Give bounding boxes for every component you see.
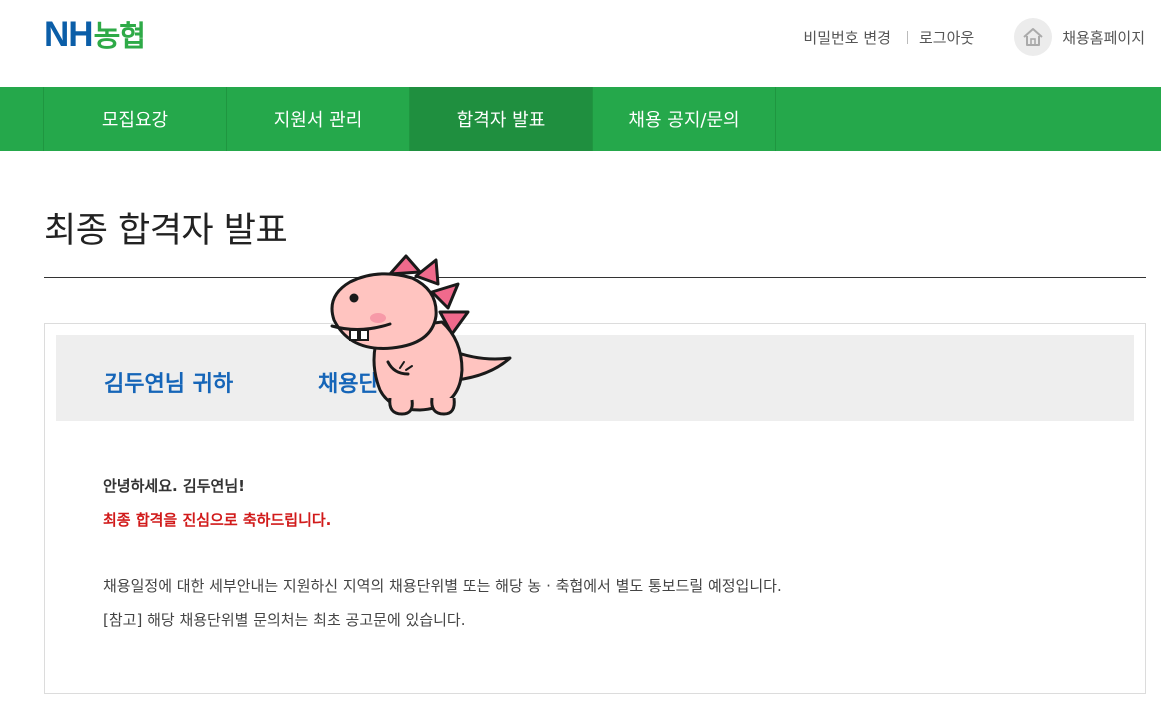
logo-korean-text: 농협: [93, 19, 146, 53]
congratulations-text: 최종 합격을 진심으로 축하드립니다.: [103, 511, 332, 529]
title-divider: [44, 277, 1146, 278]
nh-logo[interactable]: NH 농협: [44, 15, 146, 54]
contact-reference-text: [참고] 해당 채용단위별 문의처는 최초 공고문에 있습니다.: [103, 611, 466, 629]
result-box: 김두연님 귀하 채용단 안녕하세요. 김두연님! 최종 합격을 진심으로 축하드…: [44, 323, 1146, 694]
logout-link[interactable]: 로그아웃: [919, 27, 974, 48]
schedule-info-text: 채용일정에 대한 세부안내는 지원하신 지역의 채용단위별 또는 해당 농 · …: [103, 577, 782, 595]
result-header-band: 김두연님 귀하 채용단: [56, 335, 1134, 421]
page-title: 최종 합격자 발표: [44, 211, 288, 251]
recruit-home-link[interactable]: 채용홈페이지: [1014, 18, 1145, 56]
tab-recruitment-guide[interactable]: 모집요강: [44, 87, 227, 151]
logo-nh-text: NH: [44, 15, 94, 54]
greeting-text: 안녕하세요. 김두연님!: [103, 477, 245, 495]
utility-links: 비밀번호 변경 로그아웃 채용홈페이지: [803, 18, 1145, 56]
main-nav: 모집요강 지원서 관리 합격자 발표 채용 공지/문의: [0, 87, 1161, 151]
tab-application-management[interactable]: 지원서 관리: [227, 87, 410, 151]
change-password-link[interactable]: 비밀번호 변경: [803, 27, 891, 48]
house-icon: [1014, 18, 1053, 56]
header: NH 농협 비밀번호 변경 로그아웃 채용홈페이지: [0, 0, 1161, 87]
tab-notice-inquiry[interactable]: 채용 공지/문의: [593, 87, 776, 151]
tab-results-announcement[interactable]: 합격자 발표: [410, 87, 593, 151]
dinosaur-mascot-icon: [330, 254, 512, 416]
recipient-name-heading: 김두연님 귀하: [104, 372, 234, 397]
recruit-home-label: 채용홈페이지: [1062, 28, 1145, 47]
utility-divider: [906, 30, 908, 44]
